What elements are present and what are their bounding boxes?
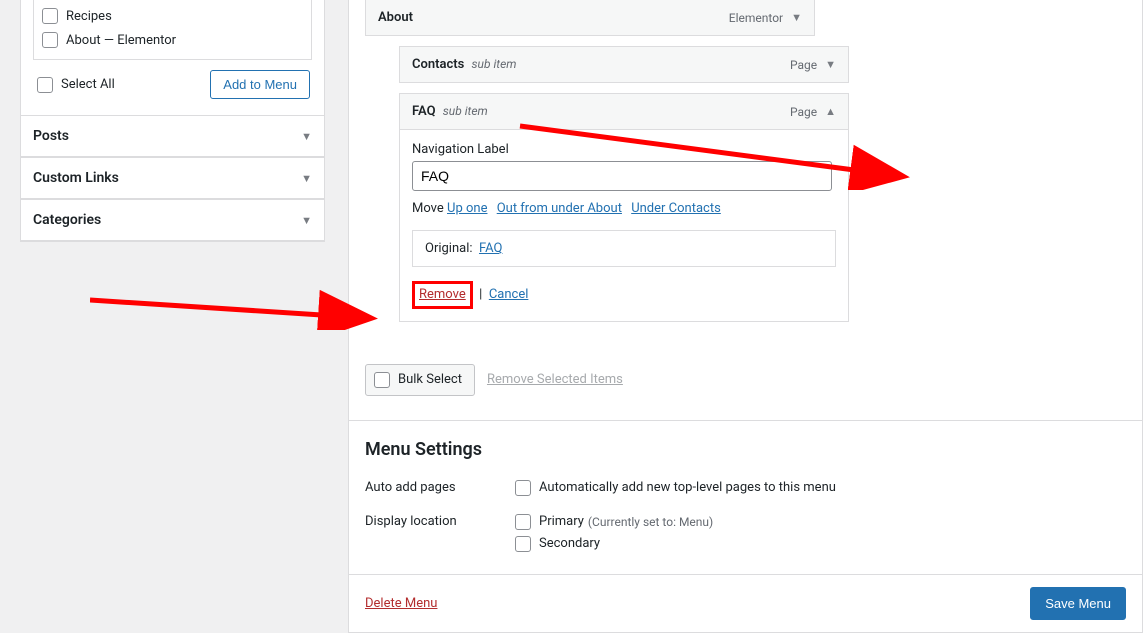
- chevron-down-icon[interactable]: ▼: [825, 58, 836, 71]
- location-secondary-option[interactable]: Secondary: [515, 536, 713, 552]
- location-primary-option[interactable]: Primary (Currently set to: Menu): [515, 514, 713, 530]
- chevron-down-icon: ▼: [301, 172, 312, 185]
- add-to-menu-button[interactable]: Add to Menu: [210, 70, 310, 99]
- menu-item-type: Elementor: [729, 11, 783, 25]
- page-item[interactable]: About — Elementor: [42, 28, 303, 52]
- remove-selected-link: Remove Selected Items: [487, 372, 623, 387]
- accordion-posts[interactable]: Posts ▼: [21, 116, 324, 157]
- checkbox[interactable]: [42, 8, 58, 24]
- accordion-label: Categories: [33, 212, 101, 228]
- display-location-label: Display location: [365, 514, 515, 529]
- remove-link[interactable]: Remove: [419, 287, 466, 302]
- annotation-arrow-icon: [90, 290, 390, 330]
- select-all-label: Select All: [61, 77, 115, 92]
- move-label: Move: [412, 201, 444, 216]
- chevron-down-icon: ▼: [301, 130, 312, 143]
- bulk-select-label: Bulk Select: [398, 372, 462, 387]
- accordion-custom-links[interactable]: Custom Links ▼: [21, 158, 324, 199]
- menu-item-title: FAQ: [412, 104, 436, 119]
- accordion-label: Custom Links: [33, 170, 119, 186]
- location-secondary-text: Secondary: [539, 536, 600, 551]
- checkbox[interactable]: [515, 514, 531, 530]
- bulk-select-button[interactable]: Bulk Select: [365, 364, 475, 396]
- menu-item-type: Page: [790, 58, 817, 72]
- checkbox[interactable]: [42, 32, 58, 48]
- page-item-label: About — Elementor: [66, 33, 176, 48]
- menu-item-title: About: [378, 10, 413, 25]
- menu-settings-heading: Menu Settings: [365, 439, 1126, 460]
- accordion-categories[interactable]: Categories ▼: [21, 200, 324, 241]
- nav-label-input[interactable]: [412, 161, 832, 191]
- checkbox[interactable]: [37, 77, 53, 93]
- delete-menu-link[interactable]: Delete Menu: [365, 596, 437, 611]
- save-menu-button[interactable]: Save Menu: [1030, 587, 1126, 620]
- menu-item-about[interactable]: About Elementor ▼: [365, 0, 815, 36]
- auto-add-text: Automatically add new top-level pages to…: [539, 480, 836, 495]
- select-all-row[interactable]: Select All: [35, 71, 115, 99]
- sub-item-label: sub item: [472, 57, 517, 71]
- accordion-label: Posts: [33, 128, 69, 144]
- move-out-under-link[interactable]: Out from under About: [497, 201, 622, 216]
- cancel-link[interactable]: Cancel: [489, 287, 529, 302]
- menu-item-title: Contacts: [412, 57, 464, 72]
- checkbox[interactable]: [515, 536, 531, 552]
- auto-add-option[interactable]: Automatically add new top-level pages to…: [515, 480, 836, 496]
- menu-item-contacts[interactable]: Contacts sub item Page ▼: [399, 46, 849, 83]
- auto-add-label: Auto add pages: [365, 480, 515, 495]
- chevron-down-icon[interactable]: ▼: [791, 11, 802, 24]
- location-primary-hint: (Currently set to: Menu): [588, 515, 713, 529]
- page-item-label: Recipes: [66, 9, 112, 24]
- menu-item-type: Page: [790, 105, 817, 119]
- original-label: Original:: [425, 241, 473, 256]
- checkbox[interactable]: [374, 372, 390, 388]
- checkbox[interactable]: [515, 480, 531, 496]
- page-item[interactable]: Recipes: [42, 4, 303, 28]
- nav-label-label: Navigation Label: [412, 142, 836, 157]
- pages-list[interactable]: Recipes About — Elementor: [33, 0, 312, 60]
- location-primary-text: Primary: [539, 514, 584, 529]
- annotation-highlight: Remove: [412, 281, 473, 309]
- menu-item-faq[interactable]: FAQ sub item Page ▲ Navigation Label Mov…: [399, 93, 849, 322]
- move-under-contacts-link[interactable]: Under Contacts: [631, 201, 721, 216]
- original-box: Original: FAQ: [412, 230, 836, 267]
- original-link[interactable]: FAQ: [479, 241, 502, 256]
- move-up-one-link[interactable]: Up one: [447, 201, 487, 216]
- menu-item-settings: Navigation Label Move Up one Out from un…: [400, 129, 848, 321]
- sub-item-label: sub item: [443, 104, 488, 118]
- chevron-up-icon[interactable]: ▲: [825, 105, 836, 118]
- chevron-down-icon: ▼: [301, 214, 312, 227]
